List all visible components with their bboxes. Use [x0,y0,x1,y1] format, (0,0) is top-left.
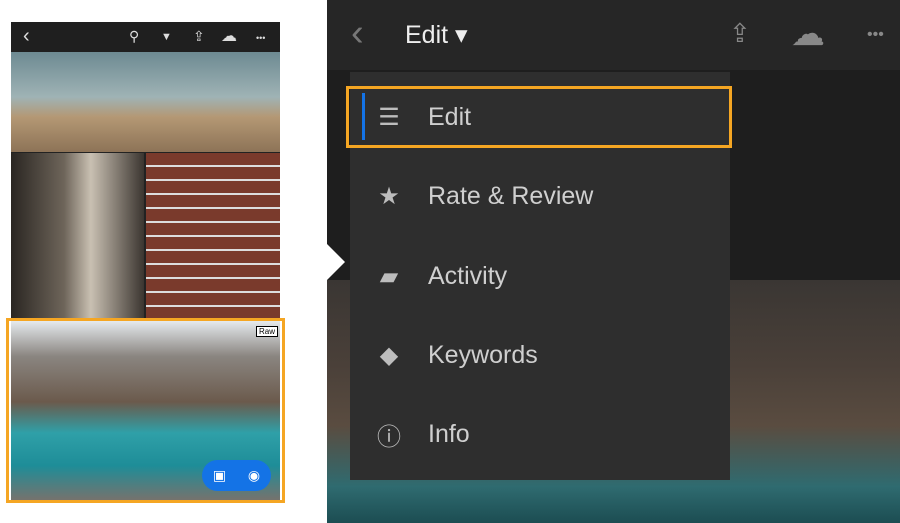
menu-item-activity[interactable]: ▰ Activity [350,246,730,306]
filter-icon[interactable]: ▼ [161,31,172,43]
camera-icon[interactable]: ◉ [248,467,260,484]
search-icon[interactable]: ⚲ [129,28,139,45]
back-icon[interactable]: ‹ [23,25,30,48]
menu-item-label: Rate & Review [428,181,594,210]
share-icon[interactable]: ⇪ [193,28,205,45]
star-icon: ★ [378,182,400,210]
active-indicator [362,93,365,140]
cloud-icon[interactable]: ☁ [221,26,237,46]
comment-icon: ▰ [379,262,399,290]
tag-icon: ◆ [379,341,399,369]
back-icon[interactable]: ‹ [351,12,364,55]
menu-item-label: Keywords [428,340,538,369]
caret-down-icon: ▾ [455,21,468,49]
phone-toolbar: ‹ ⚲ ▼ ⇪ ☁ ••• [11,22,280,52]
callout-pointer [327,244,345,280]
more-icon[interactable]: ••• [867,26,884,44]
menu-item-keywords[interactable]: ◆ Keywords [350,325,730,385]
menu-item-label: Info [428,419,470,448]
info-icon: ⓘ [377,423,401,451]
menu-item-rate-review[interactable]: ★ Rate & Review [350,166,730,226]
highlight-outline [346,86,732,148]
share-icon[interactable]: ⇪ [729,18,751,49]
photo-ice-cream[interactable] [146,153,280,319]
menu-item-info[interactable]: ⓘ Info [350,404,730,464]
raw-badge: Raw [256,326,279,337]
capture-pill: ▣ ◉ [202,460,271,491]
mode-title: Edit [405,21,449,49]
cloud-synced-icon[interactable]: ☁ [791,14,825,54]
more-icon[interactable]: ••• [256,33,265,43]
mode-dropdown[interactable]: Edit ▾ [405,20,468,50]
photo-beach[interactable] [11,52,280,152]
photo-arches[interactable] [11,153,144,319]
menu-item-label: Activity [428,261,508,290]
header-bar: ‹ Edit ▾ ⇪ ☁ ••• [327,0,900,70]
add-photo-icon[interactable]: ▣ [213,467,226,484]
